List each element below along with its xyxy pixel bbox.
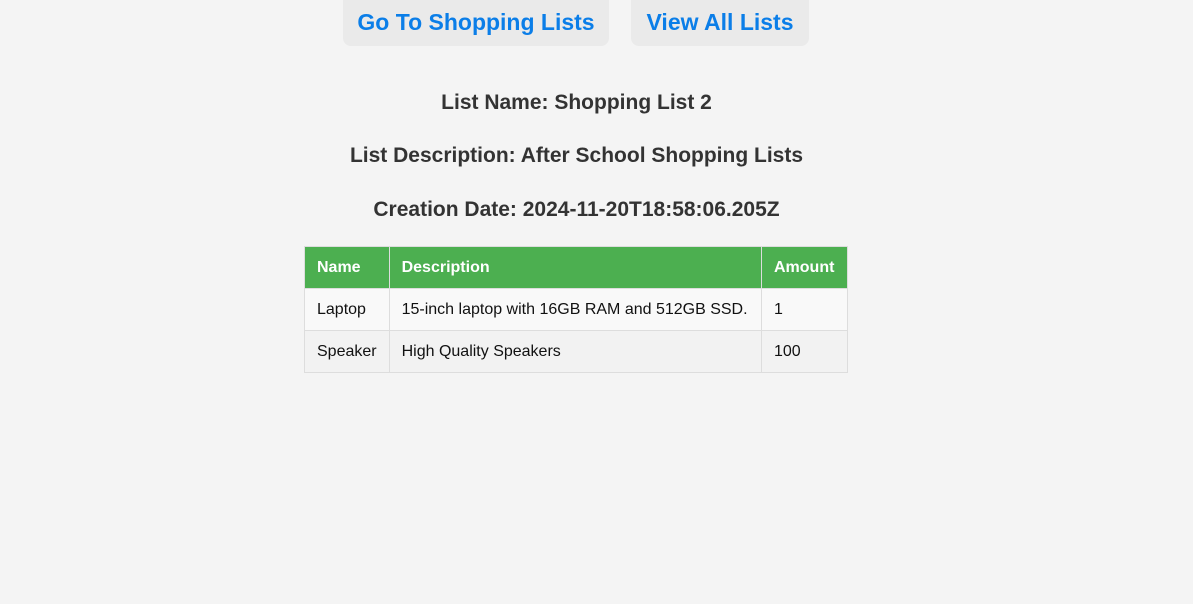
item-name-cell: Speaker [304, 330, 390, 373]
list-name-heading: List Name: Shopping List 2 [441, 91, 712, 114]
table-row: Laptop 15-inch laptop with 16GB RAM and … [304, 288, 848, 331]
view-all-lists-link[interactable]: View All Lists [631, 0, 809, 46]
item-description-cell: High Quality Speakers [388, 330, 763, 373]
list-description-heading: List Description: After School Shopping … [349, 144, 804, 167]
creation-date-heading: Creation Date: 2024-11-20T18:58:06.205Z [373, 198, 780, 221]
top-navigation: Go To Shopping Lists View All Lists [0, 0, 1193, 47]
item-amount-cell: 1 [761, 288, 848, 331]
item-amount-cell: 100 [761, 330, 848, 373]
table-row: Speaker High Quality Speakers 100 [304, 330, 848, 373]
table-header-row: Name Description Amount [304, 246, 848, 289]
item-description-cell: 15-inch laptop with 16GB RAM and 512GB S… [388, 288, 763, 331]
go-to-shopping-lists-link[interactable]: Go To Shopping Lists [343, 0, 609, 46]
column-header-description: Description [388, 246, 763, 289]
column-header-name: Name [304, 246, 390, 289]
item-name-cell: Laptop [304, 288, 390, 331]
column-header-amount: Amount [761, 246, 848, 289]
items-table: Name Description Amount Laptop 15-inch l… [304, 246, 848, 373]
